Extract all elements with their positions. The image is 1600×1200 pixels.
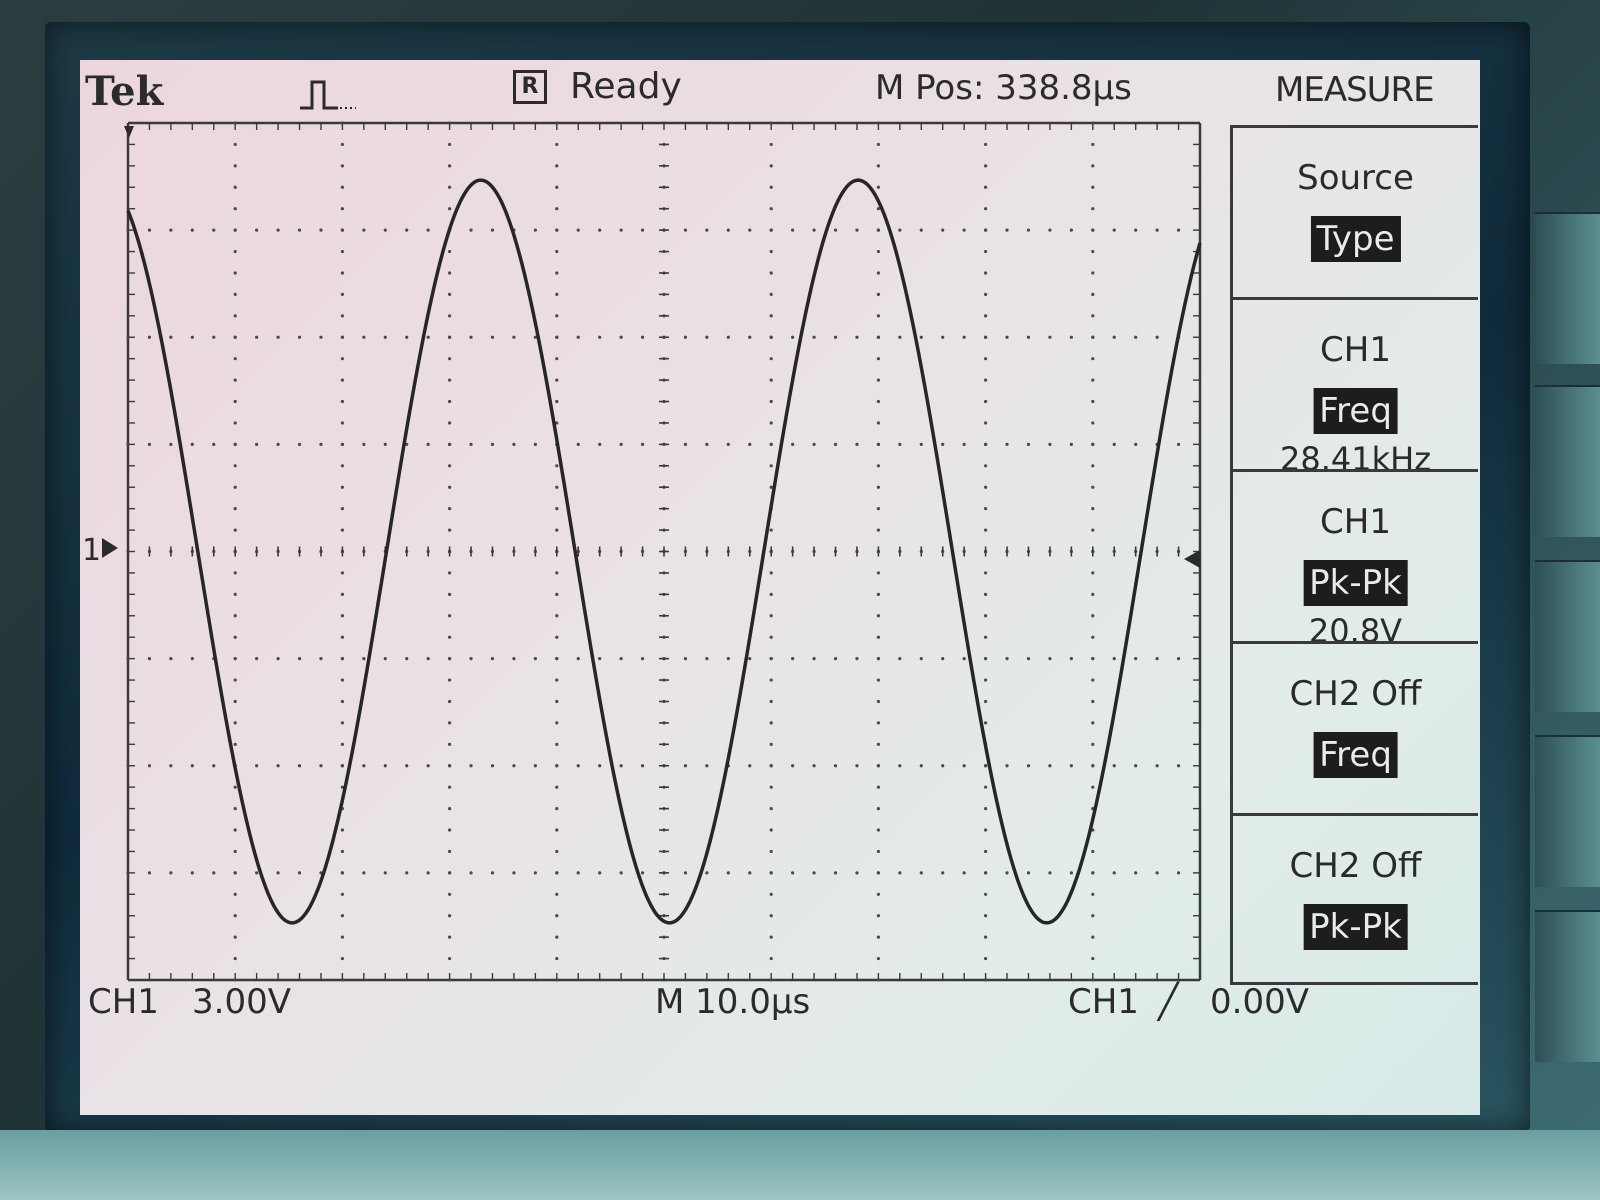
timebase-readout: M 10.0µs: [655, 982, 811, 1022]
oscilloscope-screen: Tek R Ready M Pos: 338.8µs MEASURE 1 Sou…: [80, 60, 1480, 1115]
menu-item-highlight: Type: [1310, 216, 1401, 262]
ch1-marker-label: 1: [82, 533, 101, 568]
measure-menu: Source Type CH1 Freq 28.41kHz CH1 Pk-Pk …: [1230, 125, 1478, 985]
trigger-level: 0.00V: [1210, 982, 1309, 1022]
menu-item-label: CH2 Off: [1289, 846, 1422, 886]
menu-item-label: Source: [1297, 158, 1414, 198]
menu-key-3[interactable]: [1535, 560, 1600, 712]
menu-keys: [1535, 0, 1600, 1200]
instrument-frame: [0, 1130, 1600, 1200]
menu-key-2[interactable]: [1535, 385, 1600, 537]
menu-item-ch2-pkpk[interactable]: CH2 Off Pk-Pk: [1233, 813, 1478, 985]
menu-key-1[interactable]: [1535, 212, 1600, 364]
trigger-source: CH1: [1068, 982, 1139, 1022]
menu-item-label: CH1: [1320, 330, 1391, 370]
trigger-level-marker: [1184, 550, 1200, 568]
menu-item-highlight: Freq: [1313, 388, 1398, 434]
menu-item-label: CH2 Off: [1289, 674, 1422, 714]
ch1-ground-marker: 1: [82, 533, 118, 568]
menu-key-5[interactable]: [1535, 910, 1600, 1062]
menu-item-label: CH1: [1320, 502, 1391, 542]
menu-item-ch2-freq[interactable]: CH2 Off Freq: [1233, 641, 1478, 813]
menu-item-highlight: Freq: [1313, 732, 1398, 778]
menu-key-4[interactable]: [1535, 735, 1600, 887]
ch1-volts-per-div: 3.00V: [192, 982, 291, 1022]
trigger-position-marker: [124, 126, 134, 138]
trigger-slope-icon: ╱: [1158, 982, 1179, 1022]
grid-lines: [126, 121, 1202, 982]
ch1-label: CH1: [88, 982, 159, 1022]
menu-item-ch1-freq[interactable]: CH1 Freq 28.41kHz: [1233, 297, 1478, 478]
menu-item-highlight: Pk-Pk: [1303, 904, 1408, 950]
menu-item-highlight: Pk-Pk: [1303, 560, 1408, 606]
menu-item-ch1-pkpk[interactable]: CH1 Pk-Pk 20.8V: [1233, 469, 1478, 650]
menu-item-source-type[interactable]: Source Type: [1233, 125, 1478, 297]
